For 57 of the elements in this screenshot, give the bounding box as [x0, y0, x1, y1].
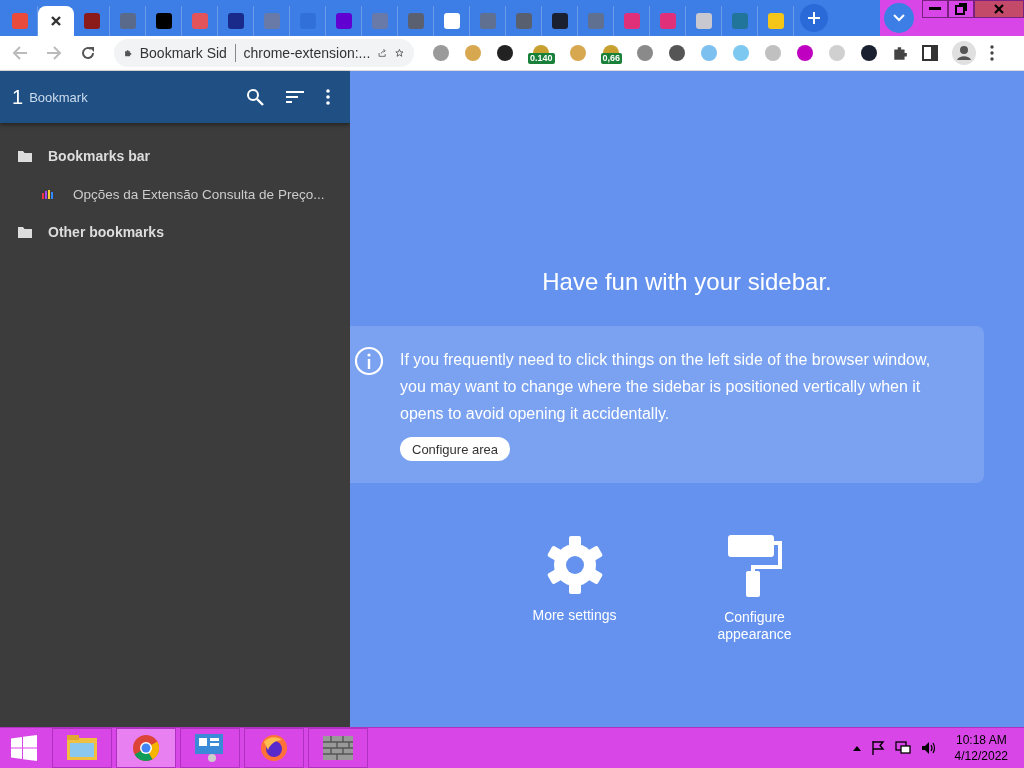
flag-icon[interactable]	[870, 741, 885, 755]
clock-date[interactable]: 4/12/2022	[954, 748, 1008, 764]
network-icon[interactable]	[894, 741, 911, 755]
taskbar-app[interactable]	[116, 728, 176, 768]
tray-arrow-icon[interactable]	[852, 745, 861, 751]
bar-chart-icon	[42, 189, 55, 199]
new-tab-button[interactable]	[800, 4, 828, 32]
restore-button[interactable]	[948, 0, 974, 18]
control-panel-icon	[195, 734, 225, 762]
address-bar[interactable]: Bookmark Sid chrome-extension:...	[114, 39, 414, 67]
back-icon[interactable]	[12, 45, 28, 61]
sort-icon[interactable]	[286, 91, 304, 103]
configure-area-button[interactable]: Configure area	[400, 437, 510, 461]
heading: Have fun with your sidebar.	[542, 268, 832, 296]
plus-icon	[807, 11, 821, 25]
restore-icon	[955, 3, 967, 15]
extension-icon[interactable]	[860, 44, 879, 62]
tab-search-button[interactable]	[884, 3, 914, 33]
minimize-icon	[929, 7, 941, 11]
extension-icon[interactable]	[496, 44, 514, 62]
chevron-down-icon	[893, 14, 905, 22]
more-icon[interactable]	[326, 89, 330, 105]
close-icon	[993, 3, 1005, 15]
bookmark-item[interactable]: Opções da Extensão Consulta de Preço...	[0, 175, 350, 213]
browser-icon	[132, 734, 160, 762]
taskbar-app[interactable]	[52, 728, 112, 768]
clock-time[interactable]: 10:18 AM	[955, 732, 1007, 748]
extension-badge: 0.140	[528, 52, 555, 64]
bookmark-count: 1	[12, 85, 24, 109]
extension-badge: 0,66	[600, 52, 623, 64]
folder-item[interactable]: Bookmarks bar	[0, 137, 350, 175]
forward-icon[interactable]	[46, 45, 62, 61]
notice-text: If you frequently need to click things on the left side of the browser window, you may want to change where the sidebar is positioned vertically when it opens to avoid opening it accidentally.	[400, 350, 932, 424]
menu-icon[interactable]	[990, 45, 995, 61]
brick-wall-icon	[323, 736, 353, 760]
extension-icon[interactable]	[668, 44, 687, 62]
paint-roller-icon[interactable]	[727, 535, 782, 597]
folder-item[interactable]: Other bookmarks	[0, 213, 350, 251]
sidebar-title: Bookmark	[29, 89, 88, 105]
browser-tab[interactable]	[38, 6, 74, 36]
minimize-button[interactable]	[922, 0, 948, 18]
taskbar-app[interactable]	[180, 728, 240, 768]
info-icon	[354, 346, 384, 376]
close-button[interactable]	[974, 0, 1024, 18]
puzzle-icon[interactable]	[892, 45, 909, 61]
fox-browser-icon	[260, 734, 288, 762]
folder-icon	[67, 735, 97, 761]
profile-icon[interactable]	[952, 41, 977, 65]
taskbar-app[interactable]	[244, 728, 304, 768]
folder-icon	[18, 150, 32, 162]
folder-icon	[18, 226, 32, 238]
search-icon[interactable]	[246, 88, 264, 106]
speaker-icon[interactable]	[920, 741, 937, 755]
sidebar-icon[interactable]	[922, 45, 939, 61]
reload-icon[interactable]	[80, 45, 96, 61]
windows-logo-icon	[11, 735, 37, 761]
close-icon[interactable]	[50, 15, 62, 27]
